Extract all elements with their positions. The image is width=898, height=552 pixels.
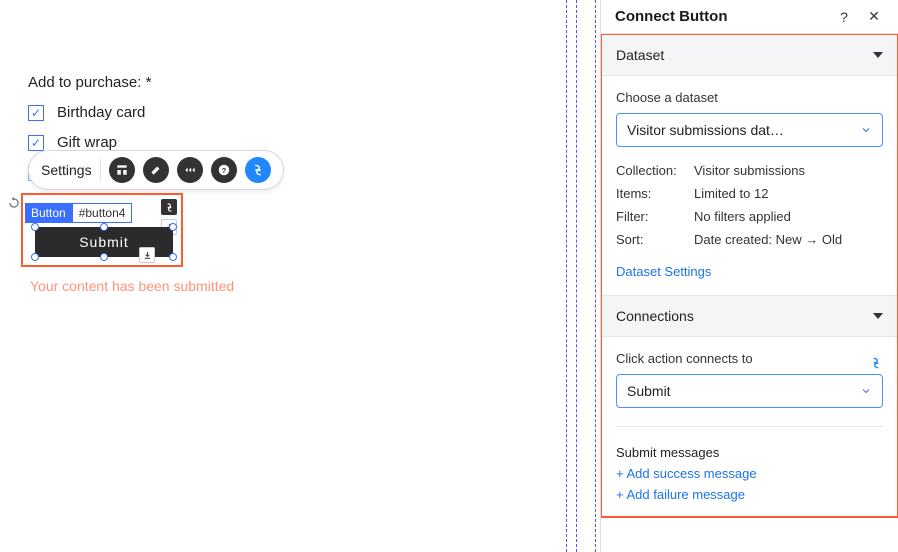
highlighted-dataset-block: Dataset Choose a dataset Visitor submiss… xyxy=(601,34,898,518)
dataset-heading: Dataset xyxy=(616,47,873,63)
guide-line xyxy=(576,0,577,552)
guide-line xyxy=(595,0,596,552)
layout-icon[interactable] xyxy=(109,157,135,183)
kv-value: Date created: New → Old xyxy=(694,232,883,247)
resize-handle[interactable] xyxy=(100,223,108,231)
status-message: Your content has been submitted xyxy=(30,278,234,294)
click-action-select[interactable]: Submit xyxy=(616,374,883,408)
connections-accordion-header[interactable]: Connections xyxy=(602,296,897,337)
kv-key: Items: xyxy=(616,186,694,201)
resize-handle[interactable] xyxy=(31,253,39,261)
help-icon[interactable]: ? xyxy=(834,9,854,25)
dataset-accordion-body: Choose a dataset Visitor submissions dat… xyxy=(602,76,897,296)
connections-heading: Connections xyxy=(616,308,873,324)
checkbox-icon[interactable]: ✓ xyxy=(28,135,44,151)
submit-messages-heading: Submit messages xyxy=(616,445,883,460)
resize-handle[interactable] xyxy=(31,223,39,231)
selection-id-label: #button4 xyxy=(72,203,133,223)
checkbox-row[interactable]: ✓ Gift wrap xyxy=(28,134,328,151)
divider xyxy=(616,426,883,427)
element-toolbar[interactable]: Settings ? xyxy=(28,150,284,190)
animation-icon[interactable] xyxy=(177,157,203,183)
kv-value: No filters applied xyxy=(694,209,883,224)
add-success-message-link[interactable]: + Add success message xyxy=(616,466,883,481)
checkbox-icon[interactable]: ✓ xyxy=(28,105,44,121)
dataset-select-value: Visitor submissions dat… xyxy=(627,122,860,138)
chevron-down-icon xyxy=(860,124,872,136)
rotate-handle-icon[interactable] xyxy=(7,196,21,210)
kv-value: Limited to 12 xyxy=(694,186,883,201)
download-icon[interactable] xyxy=(139,247,155,263)
choose-dataset-label: Choose a dataset xyxy=(616,90,883,105)
connect-data-icon[interactable] xyxy=(245,157,271,183)
checkbox-label: Gift wrap xyxy=(57,134,117,151)
kv-key: Filter: xyxy=(616,209,694,224)
dataset-accordion-header[interactable]: Dataset xyxy=(602,35,897,76)
connect-data-icon[interactable] xyxy=(869,356,883,370)
chevron-down-icon xyxy=(873,52,883,58)
help-icon[interactable]: ? xyxy=(211,157,237,183)
close-icon[interactable]: ✕ xyxy=(864,8,884,25)
form-title: Add to purchase: * xyxy=(28,74,328,91)
settings-button[interactable]: Settings xyxy=(41,162,92,178)
connect-panel: Connect Button ? ✕ Dataset Choose a data… xyxy=(600,0,898,552)
editor-canvas[interactable]: Add to purchase: * ✓ Birthday card ✓ Gif… xyxy=(0,0,600,552)
resize-handle[interactable] xyxy=(100,253,108,261)
click-action-label: Click action connects to xyxy=(616,351,869,366)
link-icon[interactable] xyxy=(161,199,177,215)
selection-outline: Button #button4 Submit xyxy=(21,193,183,267)
guide-line xyxy=(566,0,567,552)
chevron-down-icon xyxy=(860,385,872,397)
click-action-value: Submit xyxy=(627,383,860,399)
design-icon[interactable] xyxy=(143,157,169,183)
resize-handle[interactable] xyxy=(169,253,177,261)
checkbox-label: Birthday card xyxy=(57,104,145,121)
divider xyxy=(100,159,101,181)
resize-handle[interactable] xyxy=(169,223,177,231)
panel-header: Connect Button ? ✕ xyxy=(601,0,898,34)
dataset-select[interactable]: Visitor submissions dat… xyxy=(616,113,883,147)
selection-type-label: Button xyxy=(25,203,72,223)
checkbox-row[interactable]: ✓ Birthday card xyxy=(28,104,328,121)
chevron-down-icon xyxy=(873,313,883,319)
kv-value: Visitor submissions xyxy=(694,163,883,178)
svg-text:?: ? xyxy=(221,166,226,175)
kv-key: Collection: xyxy=(616,163,694,178)
panel-title: Connect Button xyxy=(615,8,824,25)
kv-key: Sort: xyxy=(616,232,694,247)
add-failure-message-link[interactable]: + Add failure message xyxy=(616,487,883,502)
selection-tag: Button #button4 xyxy=(25,203,132,223)
dataset-settings-link[interactable]: Dataset Settings xyxy=(616,264,711,279)
connections-body: Click action connects to Submit Submit m… xyxy=(602,337,897,516)
